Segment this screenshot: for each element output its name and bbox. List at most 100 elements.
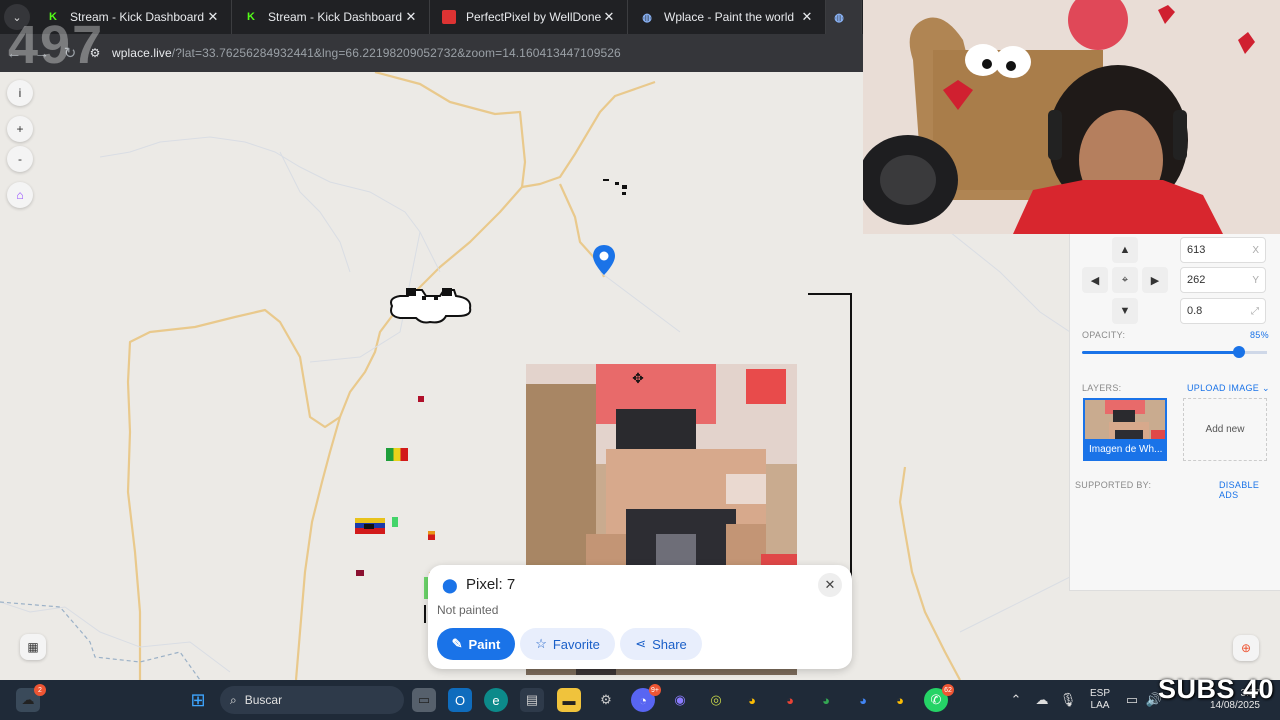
favorite-label: Favorite — [552, 636, 600, 652]
app-icon[interactable]: ◎ — [704, 688, 728, 712]
cloud-icon[interactable]: ☁ — [1030, 688, 1054, 712]
paint-button[interactable]: ✎ Paint — [437, 628, 515, 660]
close-icon[interactable]: ✕ — [205, 9, 221, 25]
layer-item[interactable]: Imagen de Wh... — [1083, 398, 1167, 461]
outlook-icon[interactable]: O — [448, 688, 472, 712]
brush-icon: ✎ — [451, 636, 463, 651]
map-layers-button[interactable]: ▦ — [20, 634, 46, 660]
store-icon[interactable]: ▤ — [520, 688, 544, 712]
opacity-label: OPACITY: — [1082, 330, 1126, 340]
chrome-icon[interactable]: ◕ — [778, 688, 802, 712]
edge-icon[interactable]: e — [484, 688, 508, 712]
x-coordinate-field[interactable]: 613 X — [1180, 237, 1266, 263]
taskbar-search[interactable]: ⌕ Buscar — [220, 686, 404, 714]
painted-pixel[interactable] — [622, 185, 627, 189]
opacity-slider-thumb[interactable] — [1233, 346, 1246, 358]
locate-button[interactable]: ⊕ — [1233, 635, 1259, 661]
painted-pixel[interactable] — [622, 192, 626, 195]
y-coordinate-field[interactable]: 262 Y — [1180, 267, 1266, 293]
star-icon: ☆ — [535, 636, 547, 651]
move-icon[interactable]: ✥ — [630, 370, 646, 386]
tab-kick-dashboard-1[interactable]: K Stream - Kick Dashboard ✕ — [34, 0, 232, 34]
twitch-button[interactable]: ⌂ — [7, 182, 33, 208]
upload-image-button[interactable]: UPLOAD IMAGE ⌄ — [1187, 383, 1270, 394]
location-pin-icon[interactable] — [592, 244, 616, 276]
close-popup-button[interactable]: ✕ — [818, 573, 842, 597]
overlay-settings-panel: ▲ ◀ ⌖ ▶ ▼ 613 X 262 Y 0.8 ⤢ OPACITY: 85% LA… — [1069, 234, 1280, 591]
y-suffix: Y — [1252, 274, 1259, 286]
widgets-icon[interactable]: ☁ 2 — [16, 684, 46, 712]
scale-field[interactable]: 0.8 ⤢ — [1180, 298, 1266, 324]
kick-icon: K — [247, 11, 255, 23]
move-down-button[interactable]: ▼ — [1112, 298, 1138, 324]
zoom-in-button[interactable]: + — [7, 116, 33, 142]
discord-icon[interactable]: ◔ 9+ — [631, 684, 661, 712]
y-value: 262 — [1187, 274, 1206, 286]
painted-pixel[interactable] — [418, 396, 424, 402]
info-button[interactable]: i — [7, 80, 33, 106]
painted-pixel[interactable] — [428, 531, 435, 540]
tray-chevron-up-icon[interactable]: ⌃ — [1004, 688, 1028, 712]
url-path: /?lat=33.76256284932441&lng=66.221982090… — [171, 46, 621, 60]
layer-name: Imagen de Wh... — [1085, 439, 1165, 459]
tab-search-button[interactable]: ⌄ — [4, 4, 30, 30]
move-up-button[interactable]: ▲ — [1112, 237, 1138, 263]
settings-app-icon[interactable]: ⚙ — [594, 688, 618, 712]
chrome-icon[interactable]: ◕ — [740, 688, 764, 712]
whatsapp-icon[interactable]: ✆ 62 — [924, 684, 954, 712]
add-layer-button[interactable]: Add new — [1183, 398, 1267, 461]
reload-icon[interactable]: ↻ — [56, 44, 84, 62]
share-icon: ⋖ — [635, 636, 647, 651]
file-explorer-icon[interactable]: ▬ — [557, 688, 581, 712]
center-icon: ⌖ — [1121, 273, 1129, 286]
close-icon[interactable]: ✕ — [403, 9, 419, 25]
back-icon[interactable]: ← — [0, 45, 28, 62]
painted-pixel[interactable] — [424, 605, 426, 623]
twitch-icon: ⌂ — [16, 188, 24, 202]
world-map-right[interactable]: ⊕ — [1070, 590, 1280, 680]
supported-by-label: SUPPORTED BY: — [1075, 480, 1152, 490]
microphone-icon[interactable]: 🎙 — [1056, 688, 1080, 712]
tab-kick-dashboard-2[interactable]: K Stream - Kick Dashboard ✕ — [232, 0, 430, 34]
tab-title: PerfectPixel by WellDoneCode ( — [466, 10, 601, 24]
tab-title: Wplace - Paint the world — [664, 10, 795, 24]
chrome-icon[interactable]: ◕ — [814, 688, 838, 712]
share-button[interactable]: ⋖ Share — [620, 628, 702, 660]
chrome-icon[interactable]: ◕ — [888, 688, 912, 712]
obs-icon[interactable]: ◉ — [668, 688, 692, 712]
move-left-button[interactable]: ◀ — [1082, 267, 1108, 293]
x-suffix: X — [1252, 244, 1259, 256]
chrome-icon[interactable]: ◕ — [851, 688, 875, 712]
painted-flag[interactable] — [386, 448, 408, 461]
windows-start-icon[interactable]: ⊞ — [186, 688, 210, 712]
tab-wplace-active[interactable]: ◍ W — [826, 0, 862, 34]
tab-wplace[interactable]: ◍ Wplace - Paint the world ✕ — [628, 0, 826, 34]
move-right-button[interactable]: ▶ — [1142, 267, 1168, 293]
painted-cloud-drawing[interactable] — [386, 286, 474, 324]
painted-pixel[interactable] — [392, 517, 398, 527]
search-label: Buscar — [244, 693, 283, 707]
zoom-out-button[interactable]: - — [7, 146, 33, 172]
painted-pixel[interactable] — [603, 179, 609, 181]
resize-icon: ⤢ — [1251, 305, 1259, 317]
chevron-down-icon: ▼ — [1119, 305, 1131, 317]
tab-title: Stream - Kick Dashboard — [268, 10, 403, 24]
info-icon: i — [18, 86, 22, 100]
painted-pixel[interactable] — [364, 524, 374, 529]
network-icon[interactable]: ▭ — [1120, 688, 1144, 712]
tab-perfectpixel[interactable]: PerfectPixel by WellDoneCode ( ✕ — [430, 0, 628, 34]
search-icon: ⌕ — [230, 692, 237, 707]
language-indicator[interactable]: ESP LAA — [1086, 688, 1114, 712]
site-info-icon[interactable]: ⚙ — [84, 46, 106, 60]
favorite-button[interactable]: ☆ Favorite — [520, 628, 615, 660]
painted-pixel[interactable] — [615, 182, 619, 185]
close-icon[interactable]: ✕ — [601, 9, 617, 25]
painted-pixel[interactable] — [356, 570, 364, 576]
close-icon: ✕ — [824, 577, 836, 592]
url-field[interactable]: wplace.live/?lat=33.76256284932441&lng=6… — [112, 46, 621, 60]
close-icon[interactable]: ✕ — [799, 9, 815, 25]
task-view-icon[interactable]: ▭ — [412, 688, 436, 712]
center-button[interactable]: ⌖ — [1112, 267, 1138, 293]
disable-ads-link[interactable]: DISABLE ADS — [1219, 480, 1280, 500]
forward-icon[interactable]: → — [28, 45, 56, 62]
